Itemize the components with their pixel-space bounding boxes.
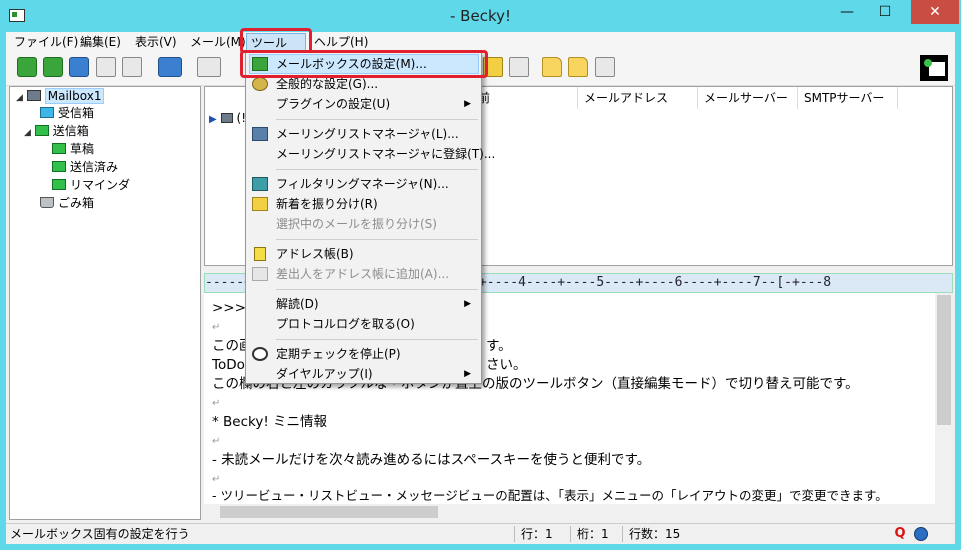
sent-icon [52,161,66,172]
menu-separator [276,339,478,340]
menu-separator [276,119,478,120]
tree-item-sent[interactable]: 送信済み [52,158,118,176]
status-message: メールボックス固有の設定を行う [10,527,190,541]
mailing-list-icon [252,127,268,141]
menu-file[interactable]: ファイル(F) [10,33,82,52]
tree-item-drafts[interactable]: 草稿 [52,140,94,158]
mailbox-icon [26,90,41,101]
menu-item-stop-check[interactable]: 定期チェックを停止(P) [246,344,481,364]
menu-separator [276,169,478,170]
return-mark: ↵ [212,436,221,447]
tree-item-outbox[interactable]: ◢ 送信箱 [24,122,89,140]
menu-item-sort-new[interactable]: 新着を振り分け(R) [246,194,481,214]
tree-item-trash[interactable]: ごみ箱 [40,194,94,212]
menu-item-sort-selected: 選択中のメールを振り分け(S) [276,217,437,231]
preview-line-tail: す。 [486,338,512,354]
tree-item-inbox[interactable]: 受信箱 [40,104,94,122]
submenu-arrow-icon: ▶ [464,299,471,309]
stop-check-icon [252,347,268,361]
menu-item-mailing-list-manager[interactable]: メーリングリストマネージャ(L)... [246,124,481,144]
menu-separator [276,289,478,290]
vertical-scroll-thumb[interactable] [937,295,951,425]
preview-line: - 未読メールだけを次々読み進めるにはスペースキーを使うと便利です。 [212,452,651,468]
submenu-arrow-icon: ▶ [464,99,471,109]
return-mark: ↵ [212,322,221,333]
compose-icon[interactable] [158,57,182,77]
return-mark: ↵ [212,398,221,409]
menu-item-add-sender: 差出人をアドレス帳に追加(A)... [246,264,481,284]
sort-new-icon [252,197,268,211]
tree-root-label: Mailbox1 [44,88,105,104]
send-icon[interactable] [69,57,89,77]
trash-icon [40,197,54,208]
layout-icon[interactable] [595,57,615,77]
general-settings-icon [252,77,268,91]
q-icon[interactable]: Q [892,526,908,542]
mailbox-settings-highlight-box [240,50,488,78]
menu-item-address-book[interactable]: アドレス帳(B) [246,244,481,264]
folder-sync-icon[interactable] [568,57,588,77]
menu-item-filter-manager[interactable]: フィルタリングマネージャ(N)... [246,174,481,194]
outbox-icon [34,125,49,136]
status-count: 行数：15 [622,526,772,542]
menu-item-decode[interactable]: 解読(D) ▶ [246,294,481,314]
edit-icon[interactable] [509,57,529,77]
close-button[interactable]: ✕ [911,0,959,24]
folder-tree [9,86,201,520]
drafts-icon [52,143,66,154]
window-title: - Becky! [450,7,511,25]
filter-icon [252,177,268,191]
computer-icon[interactable] [122,57,142,77]
status-column: 桁：1 [570,526,630,542]
preview-line: - ツリービュー・リストビュー・メッセージビューの配置は、「表示」メニューの「レ… [212,488,888,503]
account-icon [220,113,233,123]
reminder-icon [52,179,66,190]
globe-icon[interactable] [914,527,928,541]
menu-item-mailing-list-register[interactable]: メーリングリストマネージャに登録(T)... [246,144,495,164]
tree-root[interactable]: ◢ Mailbox1 [16,87,105,105]
preview-line: >>> [212,300,246,316]
menu-item-protocol-log[interactable]: プロトコルログを取る(O) [246,314,481,334]
inbox-icon [40,107,54,118]
menu-edit[interactable]: 編集(E) [76,33,125,52]
tag-icon[interactable] [197,57,221,77]
preview-line: ToDo [212,357,245,373]
preview-line: * Becky! ミニ情報 [212,414,328,430]
add-address-icon [252,267,268,281]
submenu-arrow-icon: ▶ [464,369,471,379]
menu-separator [276,239,478,240]
column-header-server[interactable]: メールサーバー [698,87,798,109]
status-line: 行：1 [514,526,574,542]
preview-line-tail: さい。 [486,357,527,373]
maximize-button[interactable]: ☐ [870,0,900,24]
column-header-smtp[interactable]: SMTPサーバー [798,87,898,109]
horizontal-scroll-thumb[interactable] [220,506,438,518]
minimize-button[interactable]: — [832,0,862,24]
list-row[interactable]: ▶ (! [209,110,246,126]
sync-icon[interactable] [96,57,116,77]
column-header-name[interactable]: 前 [472,87,578,109]
tree-item-reminder[interactable]: リマインダ [52,176,130,194]
menu-item-plugin-settings[interactable]: プラグインの設定(U) ▶ [246,94,481,114]
folder-icon[interactable] [542,57,562,77]
column-header-address[interactable]: メールアドレス [578,87,698,109]
menu-view[interactable]: 表示(V) [131,33,181,52]
address-book-icon [254,247,266,261]
becky-logo-icon [920,55,948,81]
menu-item-dialup[interactable]: ダイヤルアップ(I) ▶ [246,364,481,384]
receive-all-icon[interactable] [17,57,37,77]
receive-icon[interactable] [43,57,63,77]
